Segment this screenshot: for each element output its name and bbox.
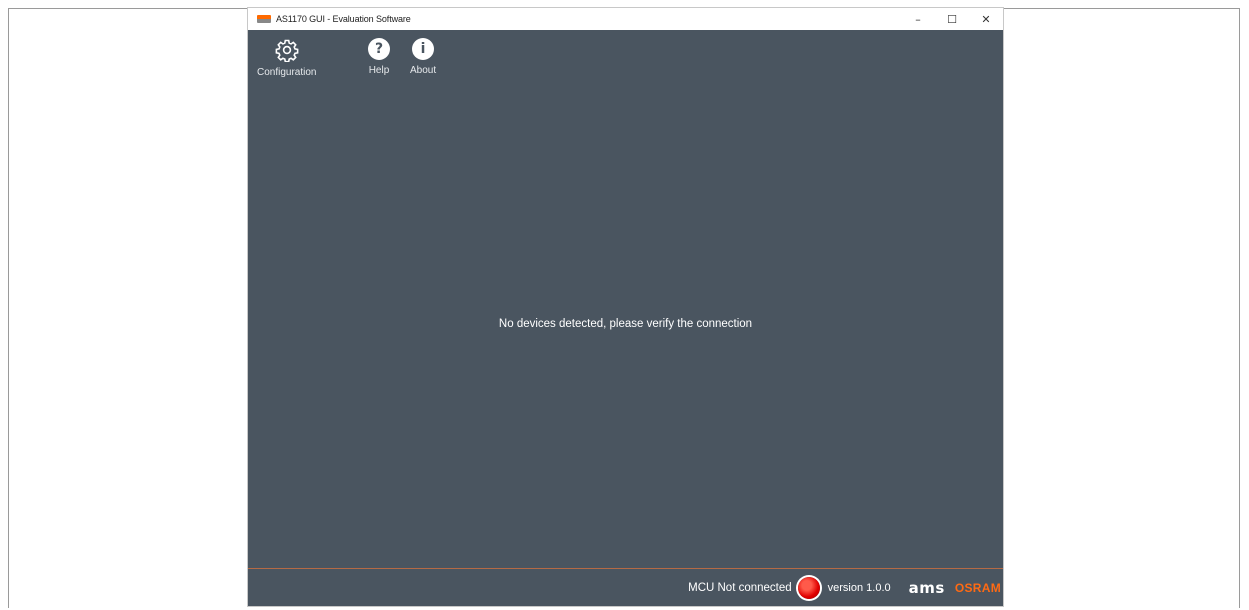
info-icon: i <box>412 38 435 60</box>
help-label: Help <box>368 65 390 76</box>
close-button[interactable]: ✕ <box>969 8 1003 30</box>
connection-led-icon <box>797 576 820 599</box>
ams-logo: ams <box>908 578 945 597</box>
status-bar: MCU Not connected version 1.0.0 ams OSRA… <box>248 568 1003 606</box>
app-window: AS1170 GUI - Evaluation Software – ☐ ✕ C… <box>248 8 1003 606</box>
configuration-label: Configuration <box>257 67 317 78</box>
no-devices-message: No devices detected, please verify the c… <box>498 318 753 330</box>
minimize-button[interactable]: – <box>901 8 935 30</box>
title-bar[interactable]: AS1170 GUI - Evaluation Software – ☐ ✕ <box>248 8 1003 30</box>
maximize-button[interactable]: ☐ <box>935 8 969 30</box>
osram-logo: OSRAM <box>954 580 1001 595</box>
about-button[interactable]: i About <box>410 38 436 76</box>
about-label: About <box>410 65 437 76</box>
window-controls: – ☐ ✕ <box>901 8 1003 30</box>
help-button[interactable]: ? Help <box>368 38 390 76</box>
configuration-button[interactable]: Configuration <box>257 38 316 78</box>
app-logo-icon <box>257 15 271 23</box>
help-icon: ? <box>368 38 390 60</box>
toolbar: Configuration ? Help i About <box>248 30 1003 92</box>
gear-icon <box>275 39 299 62</box>
connection-status: MCU Not connected <box>688 581 792 594</box>
window-title: AS1170 GUI - Evaluation Software <box>276 14 411 24</box>
version-label: version 1.0.0 <box>827 581 891 594</box>
